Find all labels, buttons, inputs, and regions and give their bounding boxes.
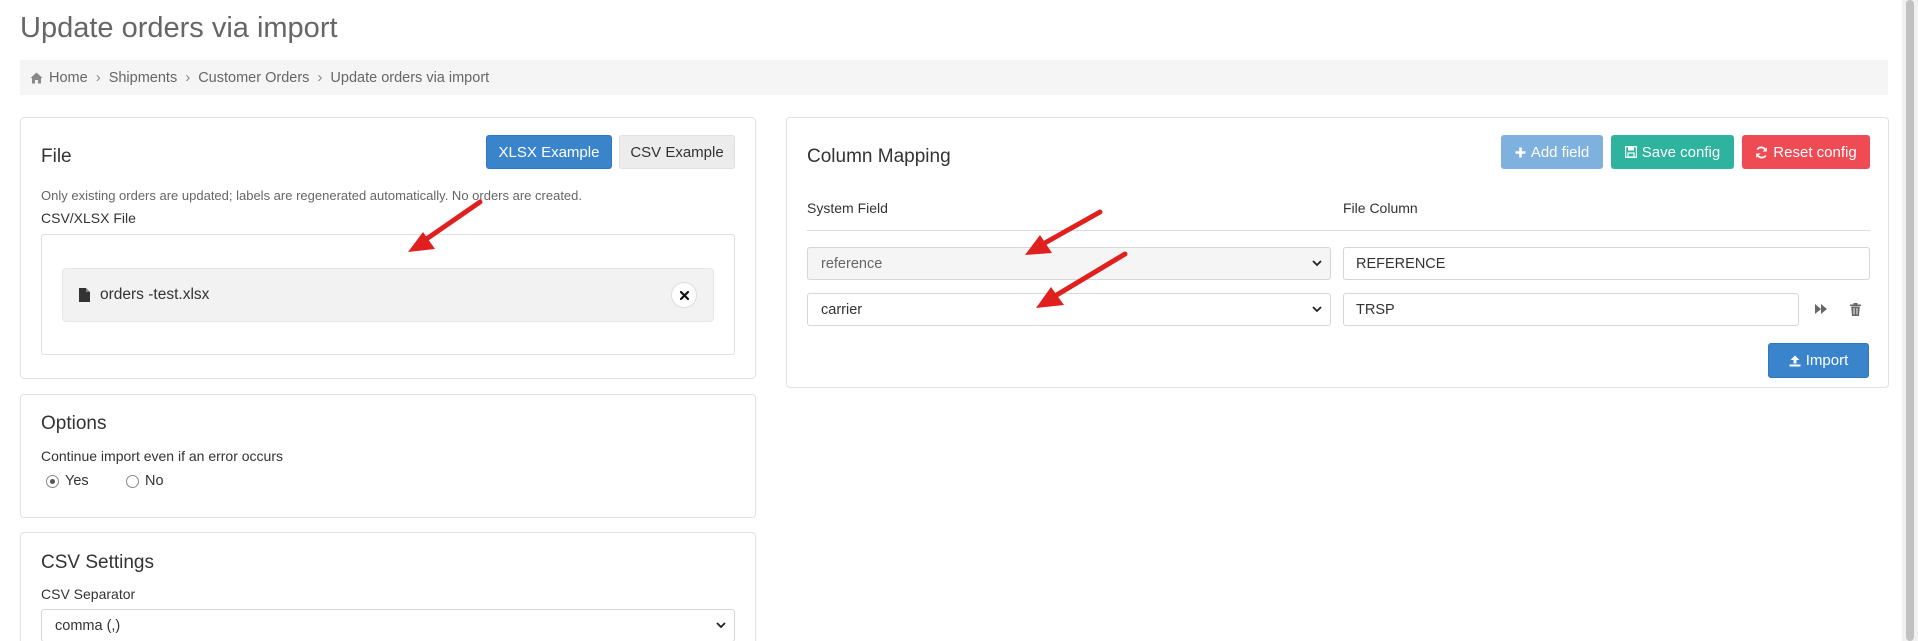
fast-forward-icon[interactable] xyxy=(1813,301,1829,317)
file-help-text: Only existing orders are updated; labels… xyxy=(41,188,582,203)
column-mapping-title: Column Mapping xyxy=(807,146,951,167)
file-field-label: CSV/XLSX File xyxy=(41,210,136,226)
radio-yes-label: Yes xyxy=(65,473,89,489)
system-field-select-2[interactable]: carrier xyxy=(807,293,1331,326)
add-field-button[interactable]: Add field xyxy=(1501,135,1603,169)
file-card-title: File xyxy=(41,146,72,167)
breadcrumb-home[interactable]: Home xyxy=(30,70,88,86)
plus-icon xyxy=(1515,147,1526,157)
file-column-header: File Column xyxy=(1343,200,1418,216)
chevron-down-icon xyxy=(1312,259,1322,266)
close-icon xyxy=(679,290,689,300)
csv-settings-card: CSV Settings CSV Separator comma (,) xyxy=(20,532,756,641)
file-dropzone[interactable]: orders -test.xlsx xyxy=(41,234,735,355)
file-column-value-2: TRSP xyxy=(1356,301,1395,318)
csv-separator-label: CSV Separator xyxy=(41,586,136,602)
file-column-input-2[interactable]: TRSP xyxy=(1343,293,1799,326)
chevron-down-icon xyxy=(716,621,726,628)
radio-yes[interactable]: Yes xyxy=(46,473,89,489)
csv-separator-value: comma (,) xyxy=(55,617,121,634)
system-field-select-1: reference xyxy=(807,247,1331,280)
save-icon xyxy=(1624,146,1637,158)
refresh-icon xyxy=(1756,146,1768,158)
radio-no-label: No xyxy=(145,473,164,489)
scrollbar-thumb[interactable] xyxy=(1906,0,1914,641)
chevron-right-icon: › xyxy=(185,69,191,86)
uploaded-file-item: orders -test.xlsx xyxy=(62,268,714,322)
page-title: Update orders via import xyxy=(20,12,338,44)
import-button[interactable]: Import xyxy=(1768,343,1869,378)
save-config-button[interactable]: Save config xyxy=(1611,135,1734,169)
csv-settings-title: CSV Settings xyxy=(41,552,154,573)
file-name: orders -test.xlsx xyxy=(100,286,210,303)
continue-on-error-label: Continue import even if an error occurs xyxy=(41,448,283,464)
column-mapping-card: Column Mapping Add field Save config Res… xyxy=(786,117,1889,388)
radio-no[interactable]: No xyxy=(126,473,164,489)
breadcrumb-shipments[interactable]: Shipments xyxy=(109,70,178,86)
reset-config-button[interactable]: Reset config xyxy=(1742,135,1870,169)
system-field-value-1: reference xyxy=(821,255,883,272)
trash-icon[interactable] xyxy=(1847,301,1863,317)
breadcrumb-current: Update orders via import xyxy=(330,69,490,86)
remove-file-button[interactable] xyxy=(671,282,697,308)
radio-yes-indicator[interactable] xyxy=(46,474,59,488)
file-card: File XLSX Example CSV Example Only exist… xyxy=(20,117,756,379)
vertical-scrollbar[interactable] xyxy=(1902,0,1918,641)
options-card-title: Options xyxy=(41,413,107,434)
system-field-value-2: carrier xyxy=(821,301,863,318)
chevron-right-icon: › xyxy=(317,69,323,86)
radio-no-indicator[interactable] xyxy=(126,474,139,488)
chevron-right-icon: › xyxy=(95,69,101,86)
file-column-input-1[interactable]: REFERENCE xyxy=(1343,247,1870,280)
breadcrumb-customer-orders[interactable]: Customer Orders xyxy=(198,70,309,86)
breadcrumb: Home › Shipments › Customer Orders › Upd… xyxy=(20,60,1888,95)
upload-icon xyxy=(1789,355,1801,366)
chevron-down-icon xyxy=(1312,305,1322,312)
csv-separator-select[interactable]: comma (,) xyxy=(41,609,735,641)
mapping-header-divider xyxy=(807,230,1870,231)
system-field-header: System Field xyxy=(807,200,888,216)
xlsx-example-button[interactable]: XLSX Example xyxy=(486,135,612,169)
csv-example-button[interactable]: CSV Example xyxy=(619,135,735,169)
file-icon xyxy=(79,288,90,302)
options-card: Options Continue import even if an error… xyxy=(20,394,756,518)
home-icon xyxy=(30,72,43,83)
file-column-value-1: REFERENCE xyxy=(1356,255,1446,272)
